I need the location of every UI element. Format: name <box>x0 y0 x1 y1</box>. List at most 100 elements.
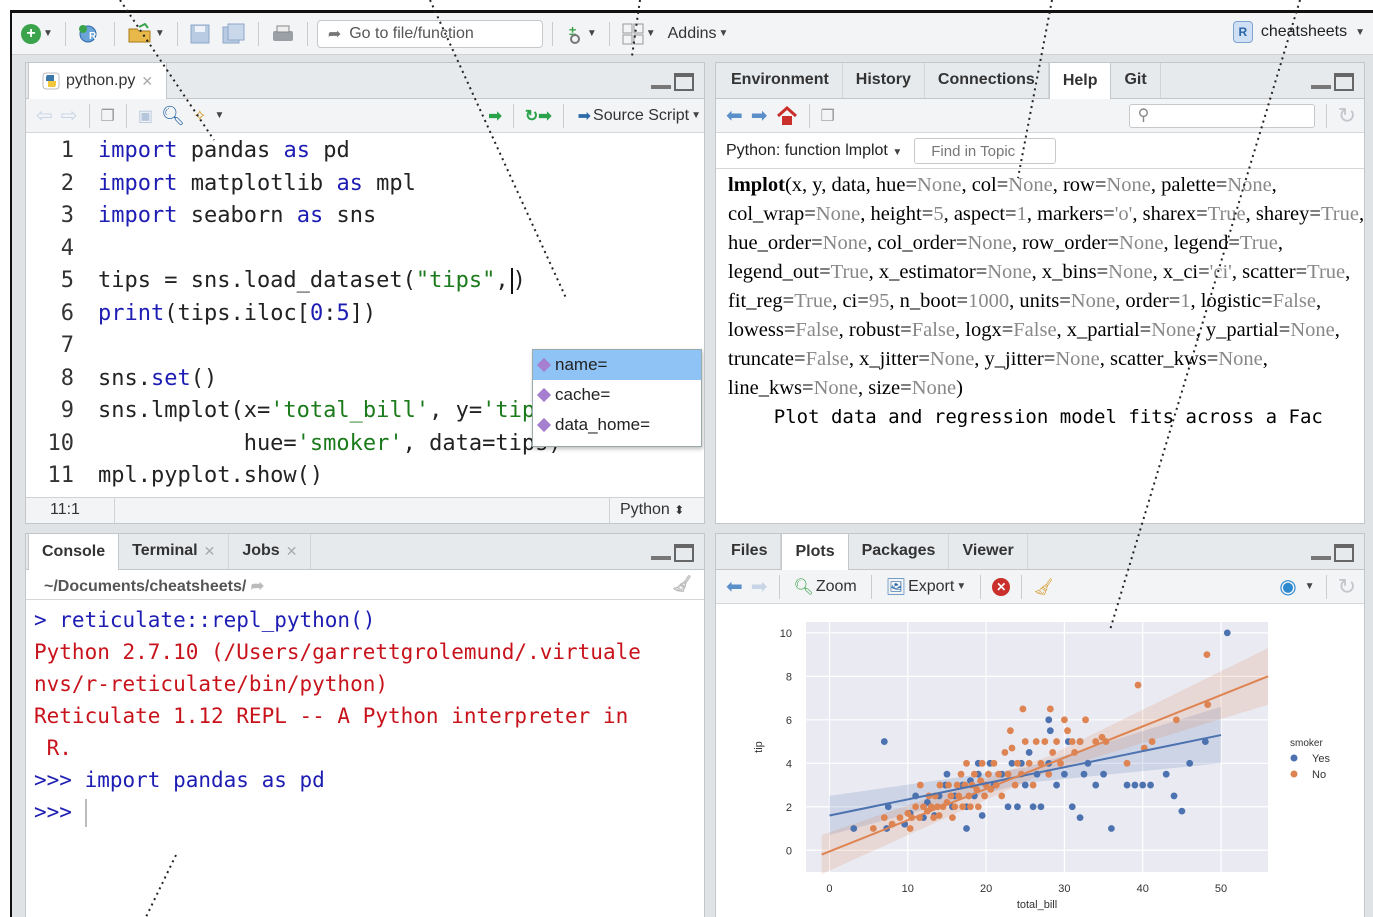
y-tick-label: 6 <box>786 715 792 727</box>
console-line: > reticulate::repl_python() <box>34 604 641 636</box>
help-search-input[interactable]: ⚲ <box>1128 103 1315 128</box>
new-project-button[interactable]: R <box>75 20 105 48</box>
line-number: 11 <box>47 463 75 488</box>
data-point <box>995 770 1003 778</box>
maximize-icon[interactable] <box>674 73 694 91</box>
pane-layout-button[interactable]: ▼ <box>619 20 659 48</box>
console-text: Python 2.7.10 (/Users/garrettgrolemund/.… <box>34 640 641 664</box>
save-all-button[interactable] <box>219 20 249 48</box>
print-button[interactable] <box>268 20 298 48</box>
back-arrow-icon[interactable]: ⇦ <box>36 106 53 126</box>
go-to-file-input[interactable]: ➦ Go to file/function <box>316 19 543 48</box>
show-in-window-icon[interactable]: ❐ <box>101 106 115 126</box>
toolbar-divider <box>562 103 564 128</box>
files_tabs-label: Plots <box>795 543 835 560</box>
autocomplete-item[interactable]: cache= <box>533 380 701 410</box>
grid-icon <box>622 23 644 44</box>
data-point <box>951 803 959 811</box>
tab-plots[interactable]: Plots <box>781 534 849 570</box>
maximize-icon[interactable] <box>1334 544 1354 562</box>
clear-plots-icon[interactable]: 🧹︎ <box>1033 577 1053 597</box>
code-token: 'smoker' <box>296 430 403 456</box>
tab-connections[interactable]: Connections <box>925 63 1049 98</box>
env_tabs-label: Help <box>1062 72 1098 89</box>
tab-terminal[interactable]: Terminal ✕ <box>119 534 230 569</box>
tab-console[interactable]: Console <box>28 534 120 570</box>
magic-wand-icon[interactable]: ✧ <box>193 106 206 126</box>
data-point <box>1011 781 1019 789</box>
tab-history[interactable]: History <box>843 63 925 98</box>
param-default: True <box>1239 232 1278 254</box>
go-to-dir-icon[interactable]: ➦ <box>251 578 264 595</box>
publish-icon[interactable]: ◉ <box>1279 574 1296 599</box>
data-point <box>957 770 965 778</box>
folder-icon <box>128 22 151 42</box>
save-icon[interactable]: ▣ <box>138 106 153 126</box>
chevron-down-icon: ▼ <box>718 28 729 39</box>
param-name: n_boot <box>899 290 957 312</box>
code-line: 6 print(tips.iloc[0:5]) <box>26 298 376 330</box>
forward-arrow-icon[interactable]: ➡ <box>751 577 768 597</box>
zoom-button[interactable]: 🔍︎ Zoom <box>791 573 860 601</box>
refresh-icon[interactable]: ↻ <box>1338 103 1356 129</box>
autocomplete-item[interactable]: name= <box>533 350 701 380</box>
chevron-down-icon[interactable]: ▼ <box>1305 581 1315 592</box>
data-point <box>1064 727 1071 735</box>
code-token: "tips" <box>415 268 496 293</box>
close-icon[interactable]: ✕ <box>141 73 153 90</box>
tab-environment[interactable]: Environment <box>718 63 843 98</box>
minimize-icon[interactable] <box>1311 542 1331 560</box>
tab-python-py[interactable]: python.py ✕ <box>28 63 168 99</box>
source-script-button[interactable]: ➡ Source Script ▼ <box>575 102 704 130</box>
find-in-topic-input[interactable]: Find in Topic <box>914 137 1057 164</box>
run-line-icon[interactable]: ➡ <box>488 106 501 126</box>
zoom-icon: 🔍︎ <box>793 578 814 596</box>
tab-git[interactable]: Git <box>1111 63 1161 98</box>
new-file-button[interactable]: + ▼ <box>18 20 56 48</box>
code-editor[interactable]: 1 import pandas as pd 2 import matplotlib a… <box>26 135 704 523</box>
back-arrow-icon[interactable]: ⬅ <box>726 577 743 597</box>
clear-console-icon[interactable]: 🧹︎ <box>672 574 692 594</box>
close-icon[interactable]: ✕ <box>286 543 298 560</box>
maximize-icon[interactable] <box>674 544 694 562</box>
minimize-icon[interactable] <box>651 542 671 560</box>
language-selector[interactable]: Python ⬍ <box>620 501 684 519</box>
minimize-icon[interactable] <box>1311 71 1331 89</box>
tab-packages[interactable]: Packages <box>849 534 950 569</box>
tab-help[interactable]: Help <box>1048 63 1112 99</box>
addins-menu[interactable]: Addins ▼ <box>665 20 732 48</box>
data-point <box>1046 705 1054 713</box>
tab-jobs[interactable]: Jobs ✕ <box>229 534 312 569</box>
remove-plot-icon[interactable]: ✕ <box>992 577 1011 596</box>
console-line: R. <box>34 732 641 764</box>
save-button[interactable] <box>187 20 213 48</box>
build-button[interactable]: ± ▼ <box>562 20 600 48</box>
forward-arrow-icon[interactable]: ⇨ <box>61 106 78 126</box>
minimize-icon[interactable] <box>651 71 671 89</box>
line-number: 1 <box>60 138 74 163</box>
project-menu[interactable]: Rcheatsheets ▼ <box>1232 21 1365 43</box>
addins-label: Addins <box>667 24 717 42</box>
line-number: 2 <box>60 170 74 196</box>
tab-viewer[interactable]: Viewer <box>949 534 1028 569</box>
console-output[interactable]: > reticulate::repl_python()Python 2.7.10… <box>34 604 641 828</box>
chevron-down-icon[interactable]: ▼ <box>215 110 225 121</box>
help-topic-selector[interactable]: Python: function lmplot ▼ <box>726 142 902 160</box>
open-file-button[interactable]: ▼ <box>124 20 168 48</box>
autocomplete-item[interactable]: data_home= <box>533 410 701 440</box>
maximize-icon[interactable] <box>1334 73 1354 91</box>
home-icon[interactable] <box>776 105 798 126</box>
console-cursor <box>84 799 87 827</box>
close-icon[interactable]: ✕ <box>204 543 216 560</box>
back-arrow-icon[interactable]: ⬅ <box>726 106 743 126</box>
refresh-icon[interactable]: ↻ <box>1338 574 1356 600</box>
show-in-window-icon[interactable]: ❐ <box>821 106 835 126</box>
code-token: : <box>323 300 337 326</box>
console.tabs-label: Jobs <box>242 542 280 559</box>
chevron-down-icon: ▼ <box>892 146 903 158</box>
tab-files[interactable]: Files <box>718 534 782 569</box>
forward-arrow-icon[interactable]: ➡ <box>751 106 768 126</box>
export-button[interactable]: 🖼︎ Export ▼ <box>883 573 969 601</box>
search-icon[interactable]: 🔍︎ <box>161 104 185 128</box>
rerun-icon[interactable]: ↻➡ <box>525 106 552 126</box>
